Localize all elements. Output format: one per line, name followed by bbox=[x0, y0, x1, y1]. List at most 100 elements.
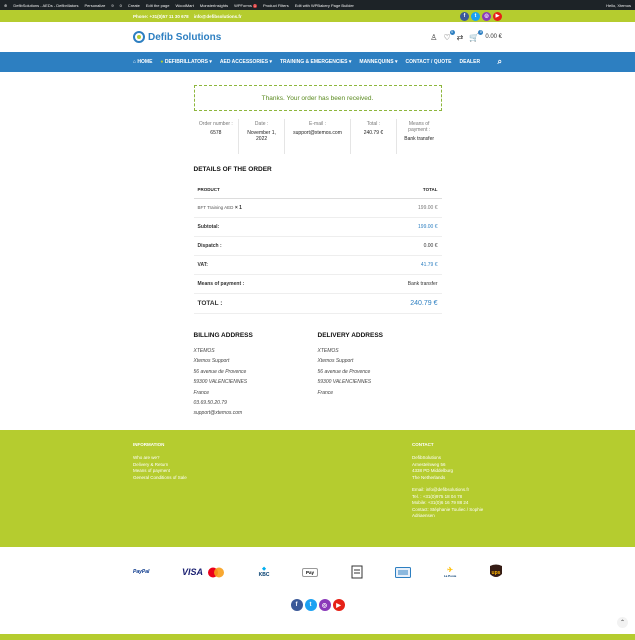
admin-wpforms[interactable]: WPForms 1 bbox=[234, 3, 257, 8]
billing-email: support@xtemos.com bbox=[193, 410, 243, 417]
instagram-icon[interactable]: ◎ bbox=[482, 11, 491, 21]
admin-product-filters[interactable]: Product Filters bbox=[263, 3, 289, 8]
twitter-icon[interactable]: t bbox=[471, 11, 480, 21]
top-contact: Phone: +31(0)57 11 30 678 info@defibsolu… bbox=[133, 14, 242, 19]
top-bar: Phone: +31(0)57 11 30 678 info@defibsolu… bbox=[0, 10, 635, 22]
admin-wpforms-count: 1 bbox=[253, 3, 257, 8]
billing-line: 56 avenue de Provence bbox=[193, 368, 247, 375]
card-logo bbox=[395, 566, 412, 578]
addresses: BILLING ADDRESS XTEMOS Xtemos Support 56… bbox=[194, 332, 442, 419]
chevron-up-icon: ⌃ bbox=[619, 620, 626, 626]
footer-link-terms[interactable]: General Conditions of Sale bbox=[133, 475, 187, 482]
twitter-icon[interactable]: t bbox=[304, 599, 317, 611]
overview-value: Bank transfer bbox=[404, 136, 435, 142]
nav-defibrillators[interactable]: ● Defibrillators ▾ bbox=[160, 59, 211, 65]
nav-dealer[interactable]: Dealer bbox=[460, 59, 481, 65]
nav-home[interactable]: ⌂ Home bbox=[133, 59, 152, 65]
header-icons: ♙ ♡ 0 ⇄ 🛒 0 0.00 € bbox=[430, 29, 502, 42]
product-name[interactable]: BFT Training AED bbox=[198, 205, 234, 210]
nav-home-label: Home bbox=[137, 59, 153, 65]
apple-pay-logo: Pay bbox=[302, 567, 319, 577]
admin-updates[interactable]: 9 bbox=[111, 3, 113, 8]
nav-aed-accessories[interactable]: AED accessories ▾ bbox=[220, 59, 272, 65]
admin-create[interactable]: Create bbox=[128, 3, 140, 8]
overview-label: Means of payment : bbox=[408, 121, 431, 133]
product-total: 199.00 € bbox=[340, 198, 442, 218]
nav-mannequins[interactable]: Mannequins ▾ bbox=[359, 59, 397, 65]
payment-label: Means of payment : bbox=[193, 274, 341, 294]
overview-order-number: Order number : 6578 bbox=[194, 119, 240, 154]
admin-greeting[interactable]: Hello, Xtemos bbox=[606, 3, 631, 8]
product-cell: BFT Training AED × 1 bbox=[193, 198, 341, 218]
la-poste-text: La Poste bbox=[443, 574, 457, 578]
youtube-icon[interactable]: ▶ bbox=[332, 599, 345, 611]
account-icon[interactable]: ♙ bbox=[430, 33, 437, 42]
order-overview: Order number : 6578 Date : November 1, 2… bbox=[194, 119, 442, 154]
footer-contact-person: Contact: Stéphanie Touliec / Sophie Adri… bbox=[412, 506, 484, 519]
wp-logo-icon[interactable]: ⊕ bbox=[4, 3, 7, 8]
home-icon: ⌂ bbox=[133, 59, 137, 65]
site-header: Defib Solutions ♙ ♡ 0 ⇄ 🛒 0 0.00 € bbox=[0, 22, 635, 52]
product-qty: × 1 bbox=[234, 205, 242, 211]
delivery-address: DELIVERY ADDRESS XTEMOS Xtemos Support 5… bbox=[318, 332, 442, 419]
admin-wpbakery[interactable]: Edit with WPBakery Page Builder bbox=[295, 3, 354, 8]
subtotal-label: Subtotal: bbox=[193, 217, 341, 237]
nav-training[interactable]: Training & Emergencies ▾ bbox=[280, 59, 351, 65]
overview-date: Date : November 1, 2022 bbox=[239, 119, 285, 154]
delivery-line: XTEMOS bbox=[317, 348, 339, 354]
table-row: TOTAL : 240.79 € bbox=[193, 293, 442, 314]
facebook-icon[interactable]: f bbox=[460, 11, 469, 21]
main-nav: ⌂ Home ● Defibrillators ▾ AED accessorie… bbox=[0, 52, 635, 72]
admin-site-name[interactable]: DefibSolutions - AEDs - Defibrillators bbox=[13, 3, 78, 8]
compare-icon[interactable]: ⇄ bbox=[457, 33, 464, 42]
billing-line: XTEMOS bbox=[193, 348, 215, 354]
visa-text: VISA bbox=[182, 567, 204, 577]
delivery-line: 59300 VALENCIENNES bbox=[317, 379, 372, 386]
visa-mastercard-logo: VISA bbox=[182, 567, 226, 578]
table-row: VAT: 41.79 € bbox=[193, 255, 442, 275]
table-row: Means of payment : Bank transfer bbox=[193, 274, 442, 294]
table-row: Dispatch : 0.00 € bbox=[193, 236, 442, 256]
nav-mannequins-label: Mannequins bbox=[359, 59, 394, 65]
admin-woodmart[interactable]: WoodMart bbox=[175, 3, 193, 8]
footer-info-title: INFORMATION bbox=[133, 442, 165, 447]
cart-total[interactable]: 0.00 € bbox=[485, 34, 502, 40]
logo-icon bbox=[133, 31, 145, 43]
top-email[interactable]: info@defibsolutions.fr bbox=[194, 14, 242, 19]
overview-value: 6578 bbox=[210, 130, 222, 136]
site-footer: INFORMATION Who are we? Delivery & Retur… bbox=[0, 430, 635, 547]
bank-transfer-logo bbox=[351, 565, 363, 579]
footer-contact: CONTACT DefibSolutions Arnestelnweg 56 4… bbox=[412, 442, 502, 535]
overview-label: Date : bbox=[254, 121, 269, 127]
admin-personalize[interactable]: Personalize bbox=[85, 3, 106, 8]
admin-monsterinsights[interactable]: MonsterInsights bbox=[200, 3, 228, 8]
billing-line: 59300 VALENCIENNES bbox=[193, 379, 248, 386]
nav-training-label: Training & Emergencies bbox=[279, 59, 348, 65]
col-product: PRODUCT bbox=[193, 181, 341, 199]
admin-comments[interactable]: 0 bbox=[120, 3, 122, 8]
logo-text: Defib Solutions bbox=[148, 31, 222, 43]
footer-contact-title: CONTACT bbox=[412, 442, 434, 447]
payment-logos: PayPal VISA ◆ KBC Pay ✈ La Poste ups bbox=[133, 560, 503, 584]
vat-value: 41.79 € bbox=[340, 255, 442, 275]
site-logo[interactable]: Defib Solutions bbox=[133, 31, 221, 43]
cart-icon[interactable]: 🛒 0 bbox=[469, 29, 484, 42]
search-icon[interactable]: ⌕ bbox=[498, 57, 502, 67]
instagram-icon[interactable]: ◎ bbox=[318, 599, 331, 611]
wishlist-icon[interactable]: ♡ 0 bbox=[443, 29, 455, 42]
delivery-line: 56 avenue de Provence bbox=[317, 368, 371, 375]
defib-badge-icon: ● bbox=[160, 59, 164, 65]
overview-total: Total : 240.79 € bbox=[351, 119, 397, 154]
youtube-icon[interactable]: ▶ bbox=[493, 11, 502, 21]
paypal-text: PayPal bbox=[133, 569, 150, 575]
nav-contact[interactable]: Contact / Quote bbox=[405, 59, 451, 65]
billing-line: France bbox=[193, 389, 210, 396]
order-notice: Thanks. Your order has been received. bbox=[193, 85, 442, 111]
facebook-icon[interactable]: f bbox=[290, 599, 303, 611]
scroll-to-top-button[interactable]: ⌃ bbox=[617, 617, 628, 628]
la-poste-logo: ✈ La Poste bbox=[444, 566, 457, 578]
top-social: f t ◎ ▶ bbox=[460, 11, 502, 21]
admin-edit-page[interactable]: Edit the page bbox=[146, 3, 170, 8]
kbc-text: KBC bbox=[258, 572, 270, 578]
footer-information: INFORMATION Who are we? Delivery & Retur… bbox=[133, 442, 187, 535]
